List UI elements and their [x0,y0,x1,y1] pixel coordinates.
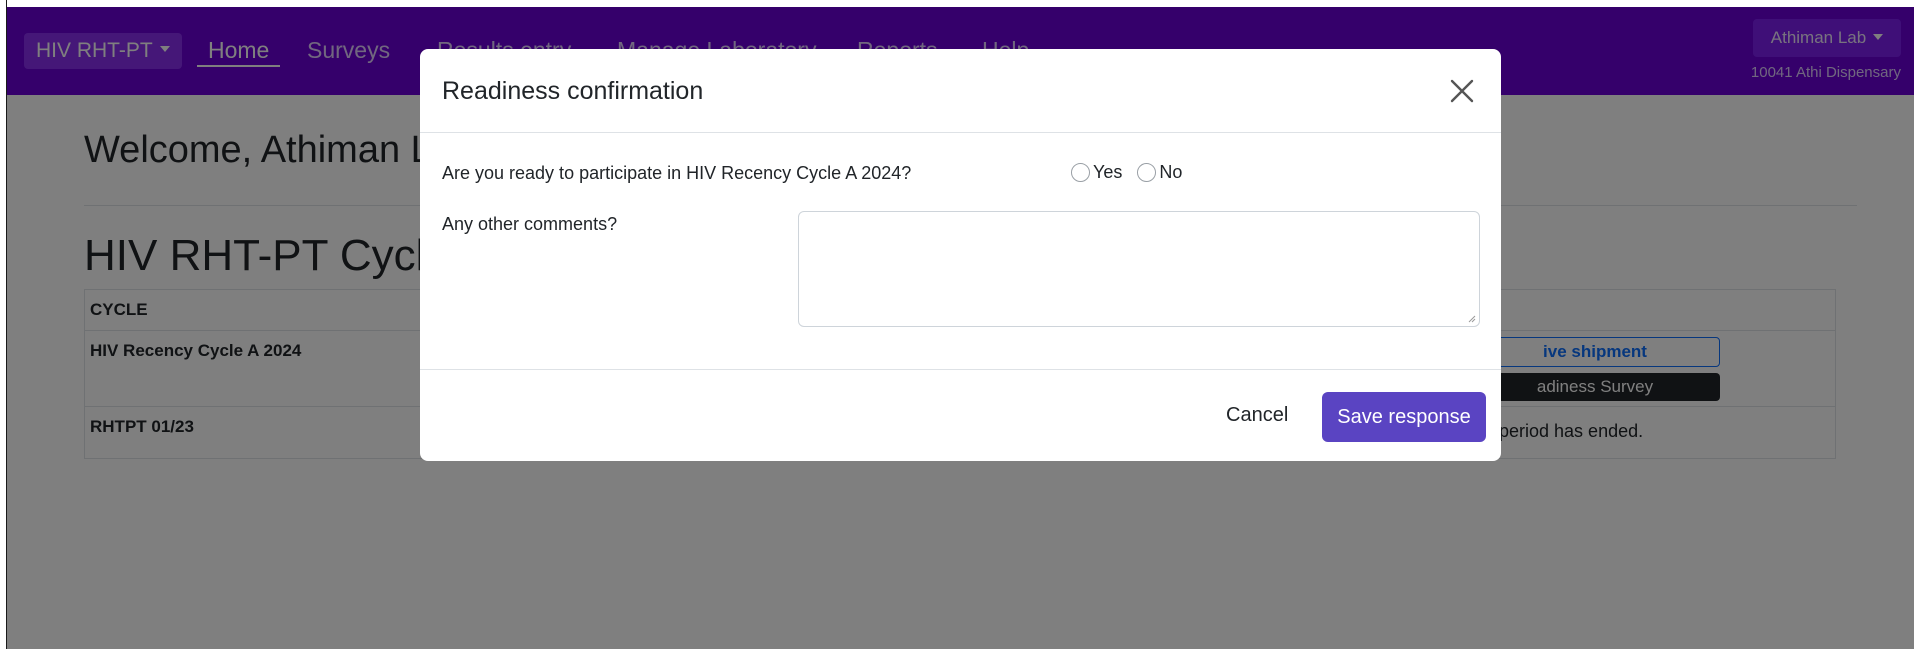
radio-yes[interactable]: Yes [1071,162,1122,183]
save-response-button[interactable]: Save response [1322,392,1486,442]
comments-textarea[interactable] [798,211,1480,327]
cancel-button[interactable]: Cancel [1226,404,1288,427]
resize-grip-icon[interactable] [1468,315,1476,323]
radio-no-label: No [1159,162,1183,182]
radio-yes-label: Yes [1093,162,1123,182]
modal-title: Readiness confirmation [442,77,704,105]
readiness-question: Are you ready to participate in HIV Rece… [442,163,912,183]
radio-circle-icon[interactable] [1137,163,1157,182]
app-frame: HIV RHT-PT Home Surveys Results entry Ma… [7,7,1914,649]
readiness-modal: Readiness confirmation Are you ready to … [420,49,1501,461]
readiness-radio-group: Yes No [1071,162,1192,187]
radio-no[interactable]: No [1137,162,1182,183]
modal-header: Readiness confirmation [420,49,1501,133]
modal-footer: Cancel Save response [420,369,1501,461]
comments-label: Any other comments? [442,214,618,234]
close-icon[interactable] [1449,78,1475,104]
radio-circle-icon[interactable] [1071,163,1090,182]
